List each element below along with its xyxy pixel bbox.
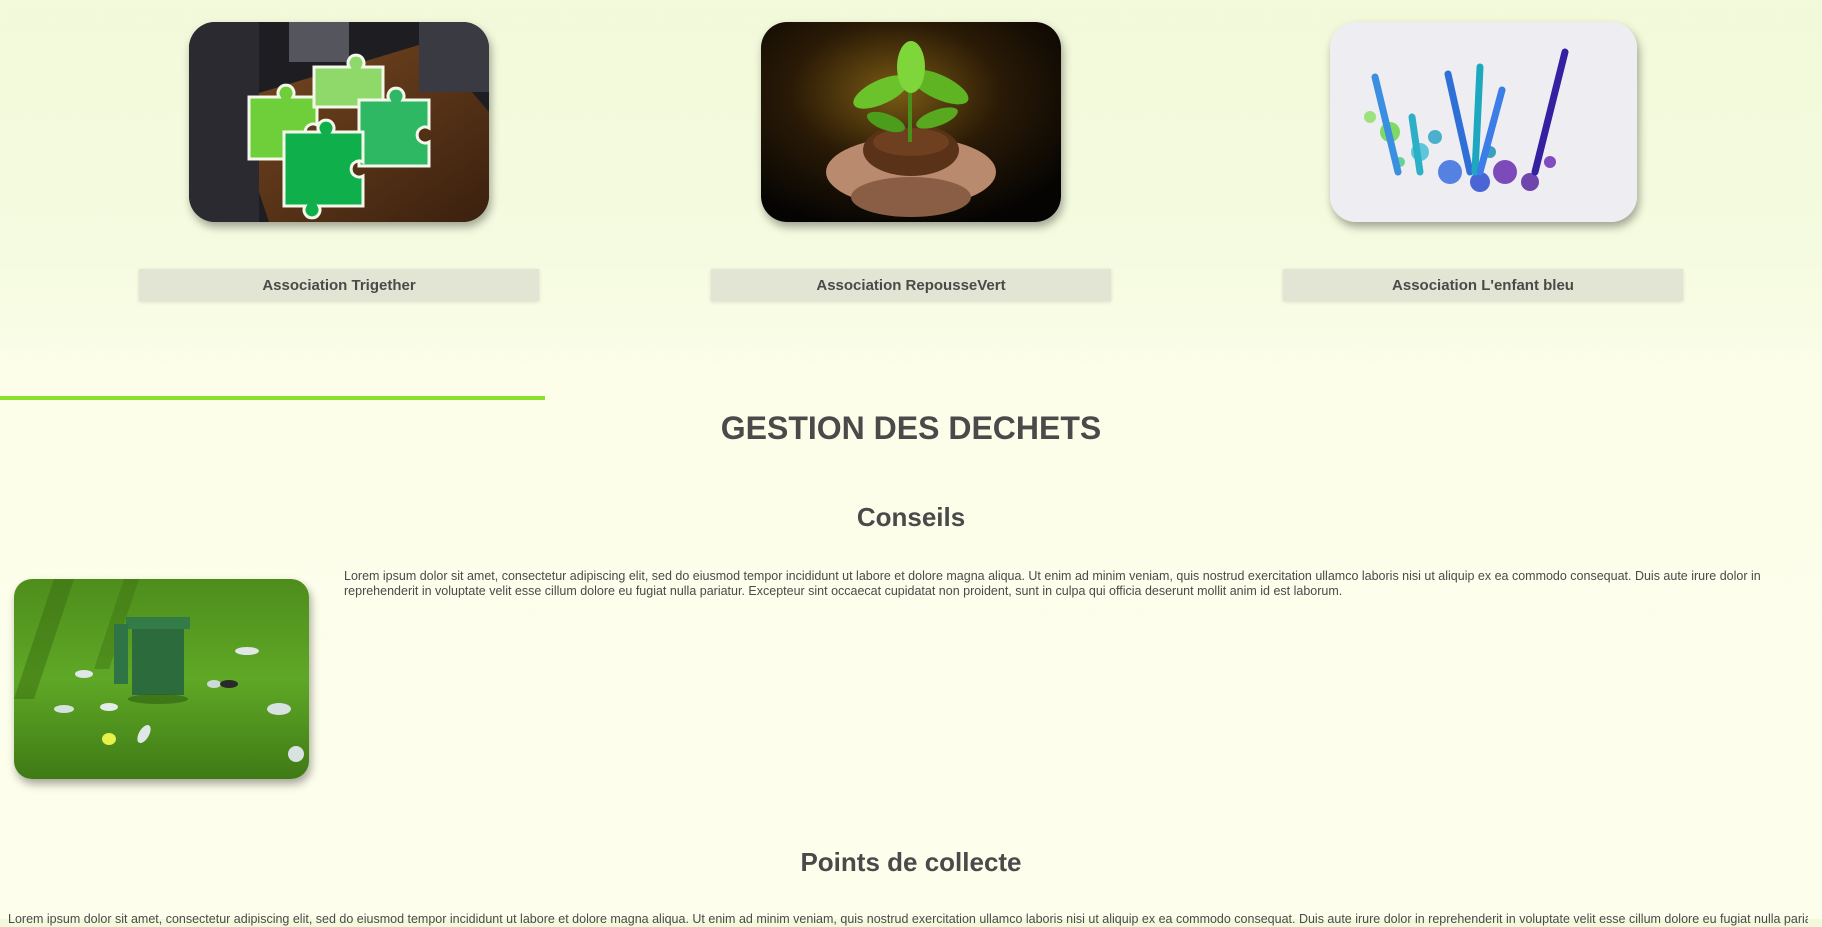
section-title: GESTION DES DECHETS — [720, 410, 1102, 446]
association-repoussevert-button[interactable]: Association RepousseVert — [711, 269, 1111, 301]
conseils-title: Conseils — [856, 502, 966, 532]
section-accent-line — [0, 396, 545, 400]
trash-bin-on-grass-photo — [14, 579, 309, 779]
association-enfant-bleu-button[interactable]: Association L'enfant bleu — [1283, 269, 1683, 301]
puzzle-hands-photo — [189, 22, 489, 222]
colored-pencils-photo — [1330, 22, 1637, 222]
association-trigether-button[interactable]: Association Trigether — [139, 269, 539, 301]
collecte-text: Lorem ipsum dolor sit amet, consectetur … — [8, 912, 1808, 926]
plant-in-hands-photo — [761, 22, 1061, 222]
conseils-text: Lorem ipsum dolor sit amet, consectetur … — [344, 569, 1761, 598]
collecte-title: Points de collecte — [800, 847, 1022, 877]
